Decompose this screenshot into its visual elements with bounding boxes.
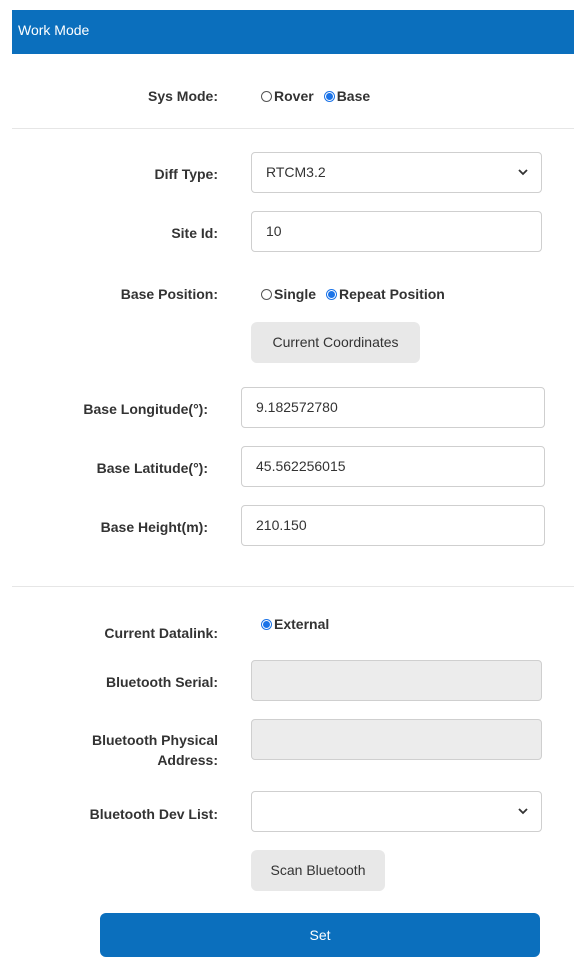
current-coordinates-button[interactable]: Current Coordinates: [251, 322, 420, 363]
site-id-label: Site Id:: [171, 225, 218, 241]
repeat-radio-dot[interactable]: [326, 288, 338, 300]
base-latitude-label: Base Latitude(°):: [96, 460, 208, 476]
base-radio-dot[interactable]: [323, 90, 335, 102]
bluetooth-physical-address-label: Bluetooth Physical Address:: [40, 730, 218, 770]
diff-type-select[interactable]: RTCM3.2: [251, 152, 542, 193]
sys-mode-radio-group: Rover Base: [261, 88, 380, 104]
external-label: External: [274, 616, 330, 632]
single-radio-dot[interactable]: [261, 288, 272, 300]
bluetooth-physical-label-line1: Bluetooth Physical: [91, 732, 218, 748]
datalink-external-radio[interactable]: External: [261, 616, 329, 632]
header-bar: Work Mode: [12, 10, 574, 54]
base-longitude-input[interactable]: 9.182572780: [241, 387, 545, 428]
base-label: Base: [336, 88, 371, 104]
repeat-position-label: Repeat Position: [339, 286, 445, 302]
chevron-down-icon: [518, 808, 528, 815]
sys-mode-label: Sys Mode:: [147, 88, 218, 104]
bluetooth-serial-label: Bluetooth Serial:: [105, 674, 218, 690]
external-radio-dot[interactable]: [261, 618, 272, 630]
chevron-down-icon: [518, 169, 528, 176]
page-title: Work Mode: [18, 22, 90, 38]
site-id-input[interactable]: 10: [251, 211, 542, 252]
bluetooth-physical-address-input: [251, 719, 542, 760]
bluetooth-dev-list-select[interactable]: [251, 791, 542, 832]
diff-type-value: RTCM3.2: [266, 164, 326, 180]
base-position-single-radio[interactable]: Single: [261, 286, 316, 302]
base-height-label: Base Height(m):: [100, 519, 208, 535]
divider-middle: [12, 586, 574, 587]
base-latitude-input[interactable]: 45.562256015: [241, 446, 545, 487]
rover-radio-dot[interactable]: [261, 90, 272, 102]
divider-top: [12, 128, 574, 129]
single-label: Single: [274, 286, 317, 302]
datalink-radio-group: External: [261, 616, 339, 632]
rover-label: Rover: [274, 88, 314, 104]
base-longitude-label: Base Longitude(°):: [83, 401, 208, 417]
base-position-repeat-radio[interactable]: Repeat Position: [326, 286, 445, 302]
current-datalink-label: Current Datalink:: [104, 625, 218, 641]
scan-bluetooth-button[interactable]: Scan Bluetooth: [251, 850, 385, 891]
sys-mode-base-radio[interactable]: Base: [323, 88, 371, 104]
base-position-label: Base Position:: [120, 286, 218, 302]
base-height-input[interactable]: 210.150: [241, 505, 545, 546]
bluetooth-serial-input: [251, 660, 542, 701]
diff-type-label: Diff Type:: [154, 166, 218, 182]
bluetooth-physical-label-line2: Address:: [157, 752, 218, 768]
sys-mode-rover-radio[interactable]: Rover: [261, 88, 314, 104]
bluetooth-dev-list-label: Bluetooth Dev List:: [89, 806, 218, 822]
set-button[interactable]: Set: [100, 913, 540, 957]
base-position-radio-group: Single Repeat Position: [261, 286, 455, 302]
